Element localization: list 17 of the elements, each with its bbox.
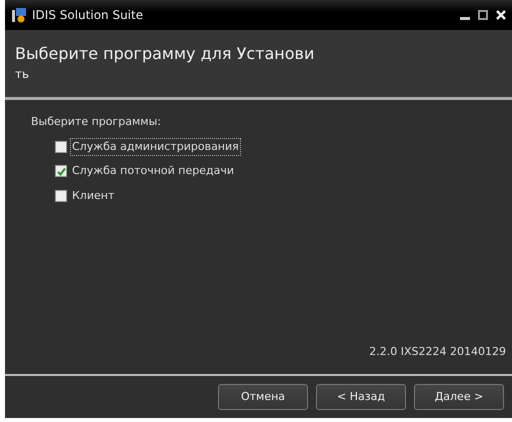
dialog-button[interactable]: Отмена <box>218 384 308 410</box>
checkbox[interactable] <box>55 190 67 202</box>
checkbox-label[interactable]: Служба поточной передачи <box>71 163 235 180</box>
version-label: 2.2.0 IXS2224 20140129 <box>368 344 506 360</box>
header-title: Выберите программу для Установи <box>15 44 316 64</box>
checkbox[interactable] <box>55 140 67 153</box>
header-title: ть <box>15 66 30 83</box>
checkbox[interactable] <box>55 165 67 178</box>
checkbox-label[interactable]: Служба администрирования <box>71 138 240 155</box>
dialog-button[interactable]: < Назад <box>316 384 406 410</box>
dialog-button[interactable]: Далее > <box>414 384 504 410</box>
app-icon <box>11 7 27 23</box>
maximize-icon[interactable] <box>478 10 488 20</box>
close-icon[interactable] <box>496 10 506 20</box>
checkbox-label[interactable]: Клиент <box>71 188 116 204</box>
prompt-label: Выберите программы: <box>31 114 162 130</box>
window-title: IDIS Solution Suite <box>32 7 144 24</box>
